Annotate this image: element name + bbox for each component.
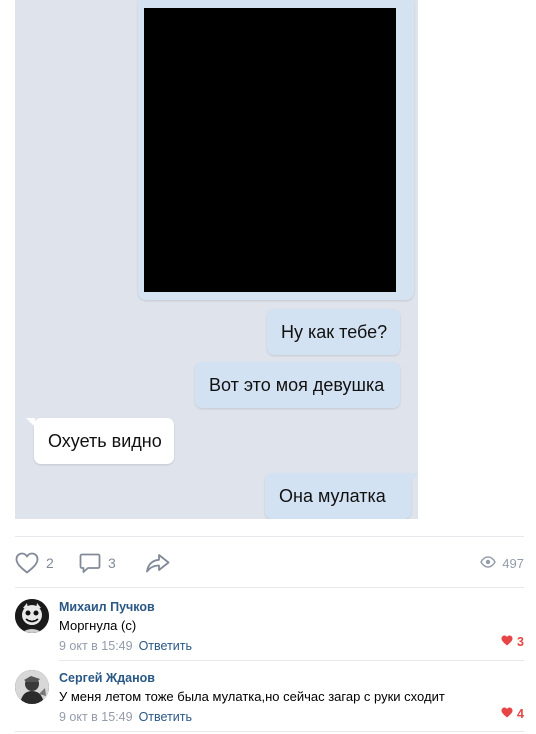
- comment-text: У меня летом тоже была мулатка,но сейчас…: [59, 689, 445, 704]
- comment-meta: 9 окт в 15:49 Ответить: [59, 709, 524, 725]
- eye-icon: [480, 555, 497, 571]
- reply-link[interactable]: Ответить: [139, 639, 192, 653]
- comment-button[interactable]: 3: [79, 548, 116, 578]
- comment-item: Михаил Пучков Моргнула (с) 9 окт в 15:49…: [15, 599, 524, 654]
- message-bubble-incoming: Охуеть видно: [26, 418, 174, 464]
- comment-like-count: 4: [517, 707, 524, 721]
- comment-author[interactable]: Михаил Пучков: [59, 599, 524, 615]
- comment-like-button[interactable]: 4: [501, 707, 524, 721]
- share-button[interactable]: [145, 548, 171, 578]
- heart-icon: [501, 707, 513, 721]
- comment-icon: [79, 552, 101, 574]
- comment-item: Сергей Жданов У меня летом тоже была мул…: [15, 670, 524, 725]
- message-bubble-outgoing: Ну как тебе?: [267, 309, 400, 355]
- share-arrow-icon: [145, 552, 171, 574]
- divider: [15, 536, 524, 537]
- comment-body: Михаил Пучков Моргнула (с) 9 окт в 15:49…: [59, 599, 524, 654]
- reply-link[interactable]: Ответить: [139, 710, 192, 724]
- avatar[interactable]: [15, 670, 49, 704]
- heart-icon: [501, 635, 513, 649]
- views-counter: 497: [480, 548, 524, 578]
- comment-like-count: 3: [517, 635, 524, 649]
- comment-text: Моргнула (с): [59, 618, 137, 633]
- message-bubble-outgoing: Вот это моя девушка: [195, 362, 400, 408]
- divider: [59, 660, 524, 661]
- chat-screenshot[interactable]: Ну как тебе? Вот это моя девушка Охуеть …: [15, 0, 418, 519]
- heart-outline-icon: [15, 552, 39, 574]
- black-photo: [144, 8, 396, 292]
- views-count: 497: [502, 555, 524, 571]
- comment-meta: 9 окт в 15:49 Ответить: [59, 638, 524, 654]
- comment-author[interactable]: Сергей Жданов: [59, 670, 524, 686]
- comment-like-button[interactable]: 3: [501, 635, 524, 649]
- like-count: 2: [46, 555, 54, 571]
- avatar[interactable]: [15, 599, 49, 633]
- comment-count: 3: [108, 555, 116, 571]
- post-actions-bar: 2 3 497: [15, 548, 524, 578]
- message-bubble-outgoing: Она мулатка: [265, 473, 418, 519]
- divider: [15, 731, 524, 732]
- comment-date[interactable]: 9 окт в 15:49: [59, 639, 133, 653]
- comment-body: Сергей Жданов У меня летом тоже была мул…: [59, 670, 524, 725]
- comment-date[interactable]: 9 окт в 15:49: [59, 710, 133, 724]
- divider: [15, 587, 524, 588]
- photo-message: [138, 0, 414, 300]
- like-button[interactable]: 2: [15, 548, 54, 578]
